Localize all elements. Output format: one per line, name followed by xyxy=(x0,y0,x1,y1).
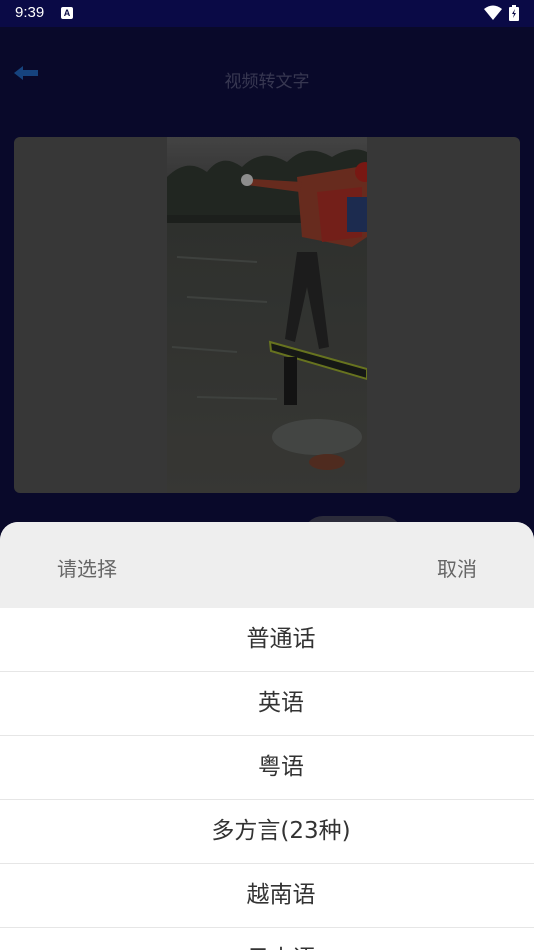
battery-icon xyxy=(509,5,519,21)
language-option[interactable]: 越南语 xyxy=(0,864,534,928)
cancel-button[interactable]: 取消 xyxy=(437,553,477,582)
language-option[interactable]: 普通话 xyxy=(0,608,534,672)
sheet-title: 请选择 xyxy=(57,557,117,581)
language-picker-sheet: 请选择 取消 普通话 英语 粤语 多方言(23种) 越南语 日本语 xyxy=(0,522,534,950)
language-option[interactable]: 多方言(23种) xyxy=(0,800,534,864)
notification-a-icon: A xyxy=(61,7,73,19)
screen: 视频转文字 9:39 A 请选择 取消 普通话 英语 粤语 多方言(23种) 越… xyxy=(0,0,534,950)
language-option[interactable]: 粤语 xyxy=(0,736,534,800)
language-option[interactable]: 英语 xyxy=(0,672,534,736)
status-time: 9:39 xyxy=(15,4,45,21)
wifi-icon xyxy=(484,5,502,20)
sheet-header: 请选择 取消 xyxy=(0,522,534,608)
status-bar: 9:39 A xyxy=(0,0,534,27)
language-option[interactable]: 日本语 xyxy=(0,928,534,950)
language-options-list: 普通话 英语 粤语 多方言(23种) 越南语 日本语 xyxy=(0,608,534,950)
